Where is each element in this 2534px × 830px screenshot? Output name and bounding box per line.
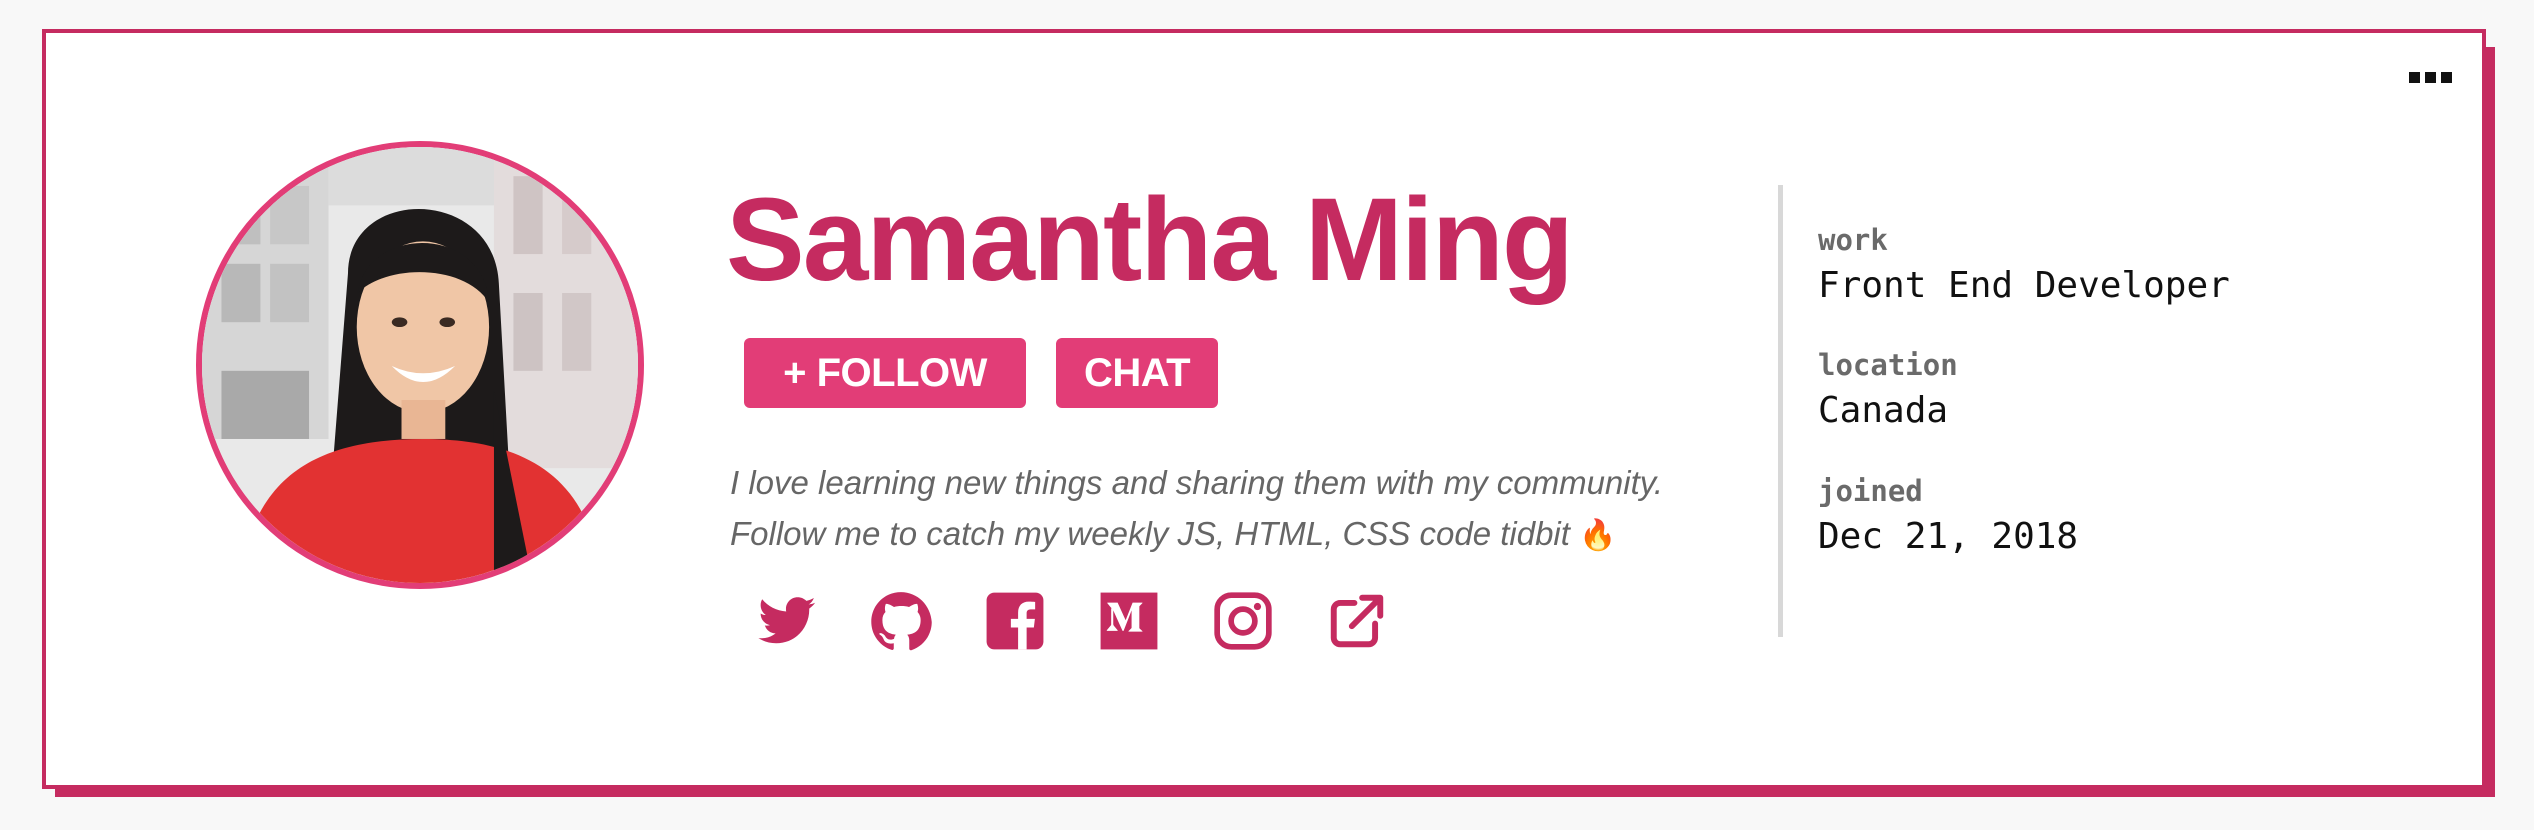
profile-bio: I love learning new things and sharing t… xyxy=(730,457,1663,561)
follow-button[interactable]: + FOLLOW xyxy=(744,338,1026,408)
detail-value: Canada xyxy=(1818,390,1949,432)
detail-value: Dec 21, 2018 xyxy=(1818,515,2079,557)
dot xyxy=(2441,72,2452,83)
twitter-icon[interactable] xyxy=(756,590,818,652)
detail-location: location Canada xyxy=(1818,348,2230,435)
chat-button[interactable]: CHAT xyxy=(1056,338,1218,408)
facebook-icon[interactable] xyxy=(984,590,1046,652)
fire-emoji: 🔥 xyxy=(1579,519,1617,552)
detail-label: work xyxy=(1818,223,1888,257)
social-links xyxy=(756,590,1388,652)
detail-label: location xyxy=(1818,348,1958,383)
instagram-icon[interactable] xyxy=(1212,590,1274,652)
profile-name: Samantha Ming xyxy=(726,174,1574,306)
dot xyxy=(2425,72,2436,83)
bio-line-1: I love learning new things and sharing t… xyxy=(730,464,1663,501)
external-link-icon[interactable] xyxy=(1326,590,1388,652)
detail-value: Front End Developer xyxy=(1818,264,2230,306)
detail-label: joined xyxy=(1818,473,1923,508)
detail-work: work Front End Developer xyxy=(1818,223,2230,310)
dot xyxy=(2409,72,2420,83)
avatar-photo xyxy=(202,147,638,583)
more-options-icon[interactable] xyxy=(2405,68,2456,87)
vertical-divider xyxy=(1778,185,1783,637)
medium-icon[interactable] xyxy=(1098,590,1160,652)
detail-joined: joined Dec 21, 2018 xyxy=(1818,474,2230,561)
bio-line-2: Follow me to catch my weekly JS, HTML, C… xyxy=(730,515,1570,552)
avatar xyxy=(196,141,644,589)
profile-card: Samantha Ming + FOLLOW CHAT I love learn… xyxy=(42,29,2486,789)
github-icon[interactable] xyxy=(870,590,932,652)
profile-details: work Front End Developer location Canada… xyxy=(1818,223,2230,599)
